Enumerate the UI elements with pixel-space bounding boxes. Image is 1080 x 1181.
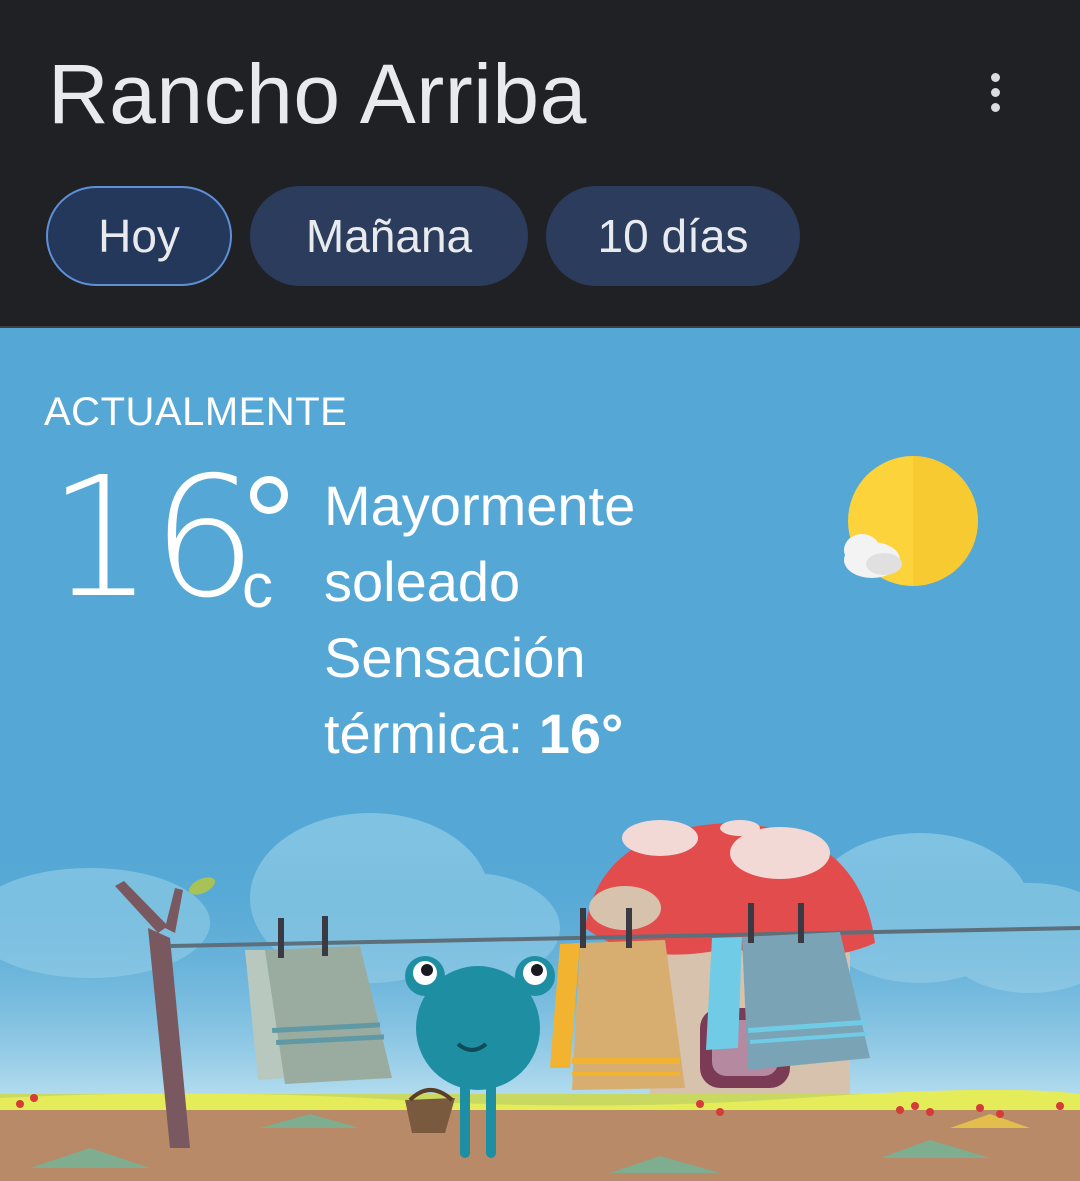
location-title: Rancho Arriba [48,47,587,141]
tab-tomorrow[interactable]: Mañana [250,186,528,286]
temperature-unit[interactable]: c [242,556,273,618]
feels-like-line-2: térmica: 16° [324,696,635,772]
condition-line-1: Mayormente [324,474,636,537]
more-options-icon[interactable] [972,64,1018,120]
feels-like-label: térmica: [324,702,524,765]
feels-like-line-1: Sensación [324,626,586,689]
sun-cloud-icon [844,456,978,586]
condition-line-2: soleado [324,550,521,613]
tab-today[interactable]: Hoy [46,186,232,286]
tab-10-days[interactable]: 10 días [546,186,800,286]
ground [0,1089,1080,1181]
condition-text: Mayormente soleado Sensación térmica: 16… [324,468,635,772]
current-weather-panel: ACTUALMENTE 16 c Mayormente soleado Sens… [0,328,1080,1181]
app-header: Rancho Arriba Hoy Mañana 10 días [0,0,1080,326]
forecast-tabs: Hoy Mañana 10 días [46,186,800,286]
current-label: ACTUALMENTE [44,390,348,434]
current-temperature: 16 [48,442,257,635]
feels-like-value: 16° [538,702,624,765]
degree-symbol [250,476,288,514]
